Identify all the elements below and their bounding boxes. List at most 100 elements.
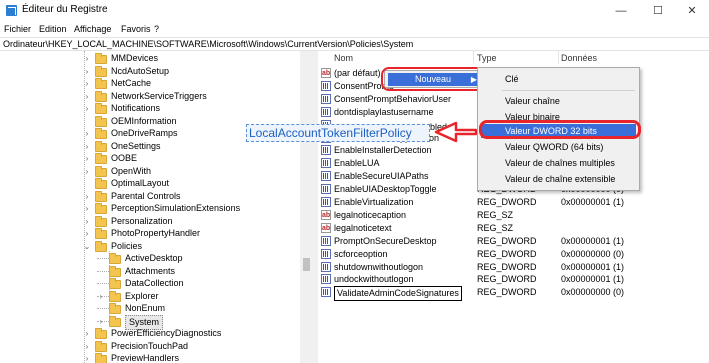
value-type: REG_SZ xyxy=(477,209,514,220)
folder-icon xyxy=(95,90,107,102)
chevron-right-icon[interactable]: › xyxy=(83,52,91,65)
value-row[interactable]: ab legalnoticetext REG_SZ xyxy=(318,222,709,235)
column-divider[interactable] xyxy=(473,51,474,64)
submenu-item-chaines-multiples[interactable]: Valeur de chaînes multiples xyxy=(505,158,615,168)
value-type: REG_SZ xyxy=(477,222,514,233)
value-name: (par défaut) xyxy=(334,68,381,78)
value-name: EnableVirtualization xyxy=(334,197,414,207)
menu-help[interactable]: ? xyxy=(154,24,159,34)
tree-item-parental-controls[interactable]: › Parental Controls xyxy=(83,190,283,203)
value-row[interactable]: scforceoption REG_DWORD 0x00000000 (0) xyxy=(318,248,709,261)
value-row[interactable]: EnableVirtualization REG_DWORD 0x00000001 … xyxy=(318,196,709,209)
folder-icon xyxy=(95,228,107,239)
column-header-name[interactable]: Nom xyxy=(334,53,353,63)
tree-scrollbar[interactable] xyxy=(300,51,313,363)
tree-item-system[interactable]: › System xyxy=(97,314,283,330)
tree-item-policies[interactable]: ⌄ Policies xyxy=(83,240,283,253)
tree-item-datacollection[interactable]: DataCollection xyxy=(97,277,283,290)
chevron-right-icon[interactable]: › xyxy=(83,65,91,78)
tree-item-networkservicetriggers[interactable]: › NetworkServiceTriggers xyxy=(83,90,283,103)
chevron-right-icon[interactable]: › xyxy=(83,165,91,178)
value-row[interactable]: undockwithoutlogon REG_DWORD 0x00000001 (1… xyxy=(318,273,709,286)
value-data: 0x00000001 (1) xyxy=(561,197,625,207)
chevron-right-icon[interactable]: › xyxy=(83,352,91,363)
value-type: REG_DWORD xyxy=(477,197,537,207)
menu-edition[interactable]: Edition xyxy=(39,24,67,34)
tree-item-optimallayout[interactable]: OptimalLayout xyxy=(83,177,283,190)
tree-scrollbar-thumb[interactable] xyxy=(303,258,310,271)
value-name: EnableInstallerDetection xyxy=(334,145,432,156)
chevron-right-icon[interactable]: › xyxy=(83,340,91,353)
chevron-right-icon[interactable]: › xyxy=(83,90,91,103)
submenu-item-valeur-qword[interactable]: Valeur QWORD (64 bits) xyxy=(505,142,603,152)
value-name: PromptOnSecureDesktop xyxy=(334,235,437,246)
value-row[interactable]: shutdownwithoutlogon REG_DWORD 0x00000001 … xyxy=(318,261,709,274)
binary-value-icon xyxy=(321,145,331,156)
tree-item-label: NonEnum xyxy=(125,303,166,313)
chevron-right-icon[interactable]: › xyxy=(83,127,91,140)
tree-item-label: Notifications xyxy=(111,103,161,113)
value-data: 0x00000000 (0) xyxy=(561,248,625,259)
tree-item-oobe[interactable]: › OOBE xyxy=(83,152,283,165)
tree-item-perceptionsimulationextensions[interactable]: › PerceptionSimulationExtensions xyxy=(83,202,283,215)
tree-item-powerefficiencydiagnostics[interactable]: › PowerEfficiencyDiagnostics xyxy=(83,327,283,340)
minimize-button[interactable]: — xyxy=(604,0,638,22)
value-data: 0x00000000 (0) xyxy=(561,287,625,298)
tree-item-openwith[interactable]: › OpenWith xyxy=(83,165,283,178)
tree-item-label: OneDriveRamps xyxy=(111,128,178,138)
tree-item-previewhandlers[interactable]: › PreviewHandlers xyxy=(83,352,283,363)
column-divider[interactable] xyxy=(558,51,559,64)
address-bar[interactable]: Ordinateur\HKEY_LOCAL_MACHINE\SOFTWARE\M… xyxy=(0,37,709,51)
tree-item-explorer[interactable]: › Explorer xyxy=(97,290,283,303)
chevron-right-icon[interactable]: › xyxy=(83,152,91,165)
chevron-right-icon[interactable]: › xyxy=(97,315,105,328)
submenu-item-valeur-chaine[interactable]: Valeur chaîne xyxy=(505,96,560,106)
tree-item-precisiontouchpad[interactable]: › PrecisionTouchPad xyxy=(83,340,283,353)
chevron-right-icon[interactable]: › xyxy=(83,102,91,115)
folder-icon xyxy=(95,140,107,152)
submenu-item-cle[interactable]: Clé xyxy=(505,74,519,84)
binary-value-icon xyxy=(321,261,331,272)
tree-item-photopropertyhandler[interactable]: › PhotoPropertyHandler xyxy=(83,227,283,240)
value-row[interactable]: PromptOnSecureDesktop REG_DWORD 0x00000001… xyxy=(318,235,709,248)
folder-icon xyxy=(95,128,107,139)
folder-icon xyxy=(95,53,107,64)
tree-item-personalization[interactable]: › Personalization xyxy=(83,215,283,228)
value-row[interactable]: ab legalnoticecaption REG_SZ xyxy=(318,209,709,222)
binary-value-icon xyxy=(321,80,331,91)
maximize-button[interactable]: ☐ xyxy=(641,0,675,22)
menu-favoris[interactable]: Favoris xyxy=(121,24,151,34)
tree-item-ncdautosetup[interactable]: › NcdAutoSetup xyxy=(83,65,283,78)
close-button[interactable]: ✕ xyxy=(675,0,709,22)
chevron-right-icon[interactable]: › xyxy=(83,215,91,228)
tree-item-label: Policies xyxy=(111,240,143,251)
menu-affichage[interactable]: Affichage xyxy=(74,24,111,34)
chevron-right-icon[interactable]: › xyxy=(83,327,91,340)
chevron-right-icon[interactable]: › xyxy=(83,227,91,240)
value-name: shutdownwithoutlogon xyxy=(334,261,424,272)
tree-item-activedesktop[interactable]: ActiveDesktop xyxy=(97,252,283,265)
chevron-down-icon[interactable]: ⌄ xyxy=(83,240,91,253)
tree-item-netcache[interactable]: › NetCache xyxy=(83,77,283,90)
folder-icon xyxy=(95,103,107,114)
column-header-type[interactable]: Type xyxy=(477,53,497,63)
folder-icon xyxy=(95,328,107,339)
chevron-right-icon[interactable]: › xyxy=(83,202,91,215)
title-bar: Éditeur du Registre — ☐ ✕ xyxy=(0,0,709,22)
tree-item-nonenum[interactable]: NonEnum xyxy=(97,302,283,315)
value-name: EnableSecureUIAPaths xyxy=(334,171,429,182)
chevron-right-icon[interactable]: › xyxy=(97,290,105,303)
menu-fichier[interactable]: Fichier xyxy=(4,24,31,34)
chevron-right-icon[interactable]: › xyxy=(83,77,91,90)
tree-item-label: PowerEfficiencyDiagnostics xyxy=(111,328,222,338)
folder-icon xyxy=(95,353,107,363)
tree-item-attachments[interactable]: Attachments xyxy=(97,265,283,278)
submenu-item-chaine-extensible[interactable]: Valeur de chaîne extensible xyxy=(505,174,615,184)
column-header-data[interactable]: Données xyxy=(561,53,597,63)
chevron-right-icon[interactable]: › xyxy=(83,190,91,203)
tree-item-mmdevices[interactable]: › MMDevices xyxy=(83,52,283,65)
value-row[interactable]: ValidateAdminCodeSignatures REG_DWORD 0x00… xyxy=(318,286,709,302)
value-name: undockwithoutlogon xyxy=(334,274,414,285)
tree-item-notifications[interactable]: › Notifications xyxy=(83,102,283,115)
chevron-right-icon[interactable]: › xyxy=(83,140,91,153)
